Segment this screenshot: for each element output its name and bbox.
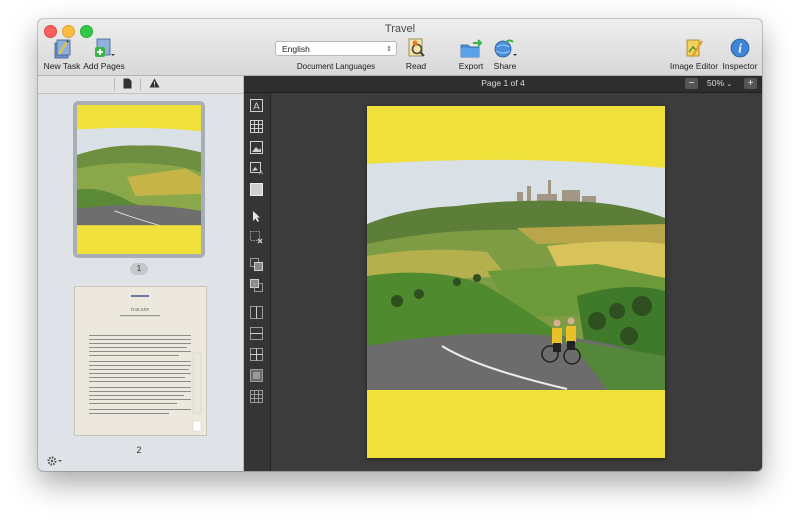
merge-cells-tool-icon[interactable] — [250, 369, 263, 382]
read-button[interactable]: Read — [399, 37, 433, 71]
language-select[interactable]: English ⇕ — [275, 41, 397, 56]
page-1-number: 1 — [130, 263, 148, 275]
table-grid-tool-icon[interactable] — [250, 348, 263, 361]
read-icon — [408, 38, 425, 57]
gear-icon — [47, 456, 62, 466]
new-task-button[interactable]: New Task — [42, 37, 82, 71]
share-label: Share — [493, 61, 517, 71]
document-canvas[interactable] — [271, 93, 762, 471]
add-to-area-tool-icon[interactable] — [250, 258, 263, 271]
recognition-area-tool-icon[interactable] — [250, 183, 263, 196]
cut-from-area-tool-icon[interactable] — [250, 279, 263, 292]
page-2-heading: TUSCANY — [131, 307, 150, 312]
tab-divider — [114, 78, 115, 91]
image-editor-icon — [686, 39, 703, 58]
text-page-thumbnail-image: TUSCANY — [89, 295, 202, 432]
share-button[interactable]: Share — [487, 37, 523, 71]
image-editor-label: Image Editor — [669, 61, 719, 71]
inspector-icon: i — [730, 38, 750, 58]
zoom-value: 50% — [707, 78, 725, 88]
area-tools-strip: A A — [244, 93, 271, 471]
new-task-icon — [54, 39, 71, 59]
sidebar-settings-button[interactable] — [47, 456, 63, 469]
tab-pages[interactable] — [120, 78, 134, 90]
select-arrows-icon: ⇕ — [386, 46, 392, 53]
add-pages-button[interactable]: Add Pages — [82, 37, 126, 71]
add-pages-icon — [95, 38, 115, 57]
svg-text:A: A — [253, 102, 260, 113]
pages-sidebar: 1 TUSCANY 2 — [38, 76, 244, 471]
toolbar: Travel New Task Add Pages English ⇕ Docu… — [38, 19, 762, 76]
page-2-thumbnail[interactable]: TUSCANY — [75, 287, 206, 435]
page-icon — [123, 78, 131, 89]
language-select-value: English — [282, 44, 310, 54]
document-languages-label: Document Languages — [296, 62, 376, 71]
tab-warnings[interactable] — [147, 78, 161, 90]
text-area-tool-icon[interactable]: A — [250, 99, 263, 112]
app-window: Travel New Task Add Pages English ⇕ Docu… — [38, 19, 762, 471]
svg-text:i: i — [738, 41, 742, 56]
page-1-image[interactable] — [367, 106, 665, 458]
export-icon — [460, 39, 483, 58]
select-arrow-tool-icon[interactable] — [250, 210, 263, 223]
export-label: Export — [458, 61, 484, 71]
zoom-in-button[interactable]: + — [744, 78, 757, 89]
inspector-label: Inspector — [722, 61, 758, 71]
delete-area-tool-icon[interactable] — [250, 231, 263, 244]
background-picture-tool-icon[interactable]: A — [250, 162, 263, 175]
share-icon — [494, 39, 517, 58]
viewer-header: Page 1 of 4 − 50% ⌄ + — [244, 76, 762, 93]
zoom-chevron-icon: ⌄ — [726, 81, 733, 88]
inspector-button[interactable]: i Inspector — [720, 37, 760, 71]
zoom-level[interactable]: 50% ⌄ — [707, 78, 732, 88]
add-pages-label: Add Pages — [83, 61, 125, 71]
tab-divider — [140, 78, 141, 91]
export-button[interactable]: Export — [454, 37, 488, 71]
svg-text:A: A — [259, 171, 263, 176]
zoom-out-button[interactable]: − — [685, 78, 698, 89]
image-editor-button[interactable]: Image Editor — [669, 37, 719, 71]
sidebar-tabs — [38, 76, 243, 94]
warning-icon — [149, 78, 159, 88]
split-cells-tool-icon[interactable] — [250, 390, 263, 403]
window-title: Travel — [384, 23, 416, 35]
picture-area-tool-icon[interactable] — [250, 141, 263, 154]
page-1-thumbnail[interactable] — [77, 105, 201, 254]
read-label: Read — [405, 61, 427, 71]
add-row-tool-icon[interactable] — [250, 327, 263, 340]
table-area-tool-icon[interactable] — [250, 120, 263, 133]
page-2-number: 2 — [136, 445, 142, 455]
cyclists-tuscany-photo — [367, 106, 665, 458]
cyclists-landscape-thumbnail-image — [77, 105, 201, 254]
add-column-tool-icon[interactable] — [250, 306, 263, 319]
new-task-label: New Task — [43, 61, 81, 71]
